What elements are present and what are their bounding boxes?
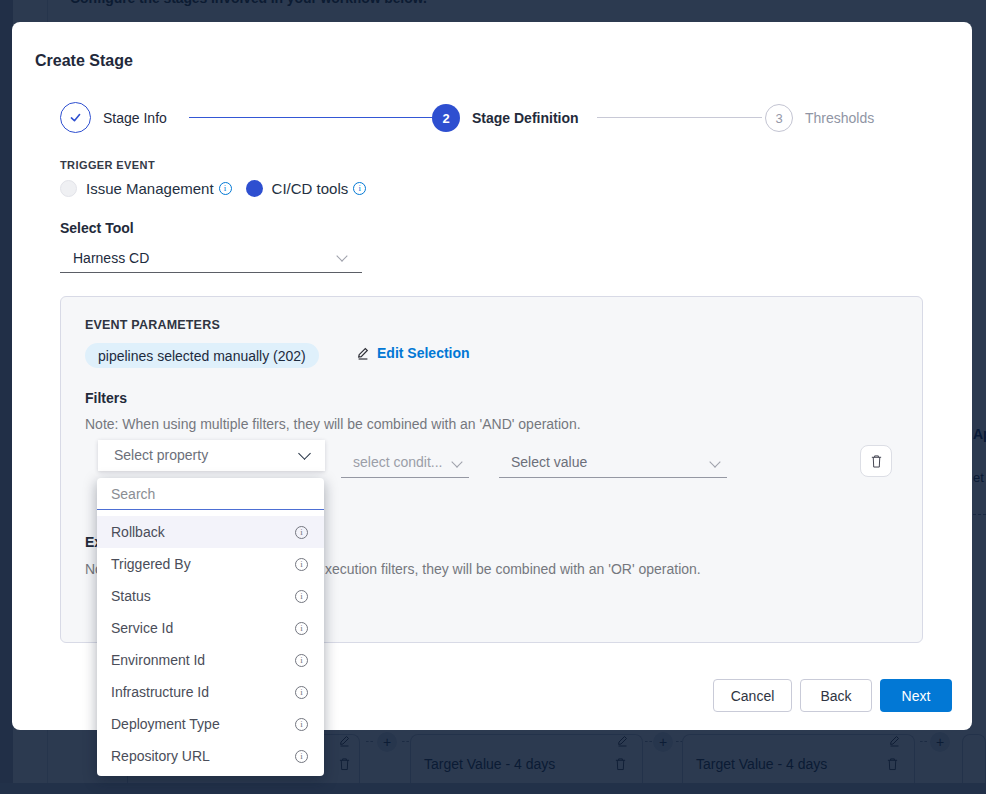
condition-select[interactable]: select condit... [341, 447, 469, 478]
edit-selection-link[interactable]: Edit Selection [356, 345, 470, 361]
dropdown-item-service-id[interactable]: Service Id [97, 612, 324, 644]
check-icon [60, 102, 91, 133]
chevron-down-icon [709, 456, 720, 467]
next-button[interactable]: Next [880, 679, 952, 712]
dropdown-item-environment-id[interactable]: Environment Id [97, 644, 324, 676]
event-parameters-heading: EVENT PARAMETERS [85, 318, 220, 332]
dropdown-item-deployment-type[interactable]: Deployment Type [97, 708, 324, 740]
dropdown-item-rollback[interactable]: Rollback [97, 516, 324, 548]
select-tool-label: Select Tool [60, 220, 134, 236]
dropdown-item-infrastructure-id[interactable]: Infrastructure Id [97, 676, 324, 708]
stepper-step-stage-definition[interactable]: 2 Stage Definition [432, 104, 579, 132]
radio-cicd-tools[interactable] [246, 180, 263, 197]
value-select[interactable]: Select value [499, 447, 727, 478]
pipelines-chip: pipelines selected manually (202) [85, 343, 319, 368]
cancel-button[interactable]: Cancel [713, 679, 792, 712]
step-number: 3 [765, 104, 793, 132]
stepper-connector [597, 117, 762, 118]
search-input[interactable] [111, 486, 310, 502]
info-icon[interactable] [295, 686, 308, 699]
trigger-event-label: TRIGGER EVENT [60, 159, 155, 171]
info-icon[interactable] [295, 718, 308, 731]
info-icon[interactable] [295, 526, 308, 539]
trigger-event-options: Issue Management CI/CD tools [60, 178, 366, 198]
step-number: 2 [432, 104, 460, 132]
radio-label[interactable]: Issue Management [86, 180, 214, 197]
condition-select-placeholder: select condit... [353, 454, 443, 470]
property-select[interactable]: Select property [98, 440, 325, 471]
chevron-down-icon [451, 456, 462, 467]
back-button[interactable]: Back [800, 679, 872, 712]
chevron-down-icon [336, 250, 347, 261]
step-label: Stage Definition [472, 110, 579, 126]
filters-heading: Filters [85, 390, 127, 406]
tool-select[interactable]: Harness CD [60, 244, 362, 273]
tool-select-value: Harness CD [73, 250, 149, 266]
modal-title: Create Stage [35, 52, 133, 70]
info-icon[interactable] [295, 622, 308, 635]
info-icon[interactable] [295, 558, 308, 571]
info-icon[interactable] [353, 182, 366, 195]
execution-filters-heading: Execution Filters [85, 534, 97, 550]
step-label: Stage Info [103, 110, 167, 126]
dropdown-item-triggered-by[interactable]: Triggered By [97, 548, 324, 580]
info-icon[interactable] [295, 750, 308, 763]
stepper-connector [189, 117, 437, 118]
trash-icon [870, 454, 883, 468]
dropdown-search[interactable] [97, 478, 324, 510]
dropdown-item-repository-url[interactable]: Repository URL [97, 740, 324, 772]
step-label: Thresholds [805, 110, 874, 126]
execution-filters-note: xecution filters, they will be combined … [325, 561, 701, 577]
property-select-placeholder: Select property [114, 447, 208, 463]
stepper-step-stage-info[interactable]: Stage Info [60, 102, 167, 133]
edit-icon [356, 346, 370, 360]
info-icon[interactable] [295, 654, 308, 667]
delete-filter-button[interactable] [860, 445, 892, 477]
radio-issue-management[interactable] [60, 180, 77, 197]
property-dropdown-menu: Rollback Triggered By Status Service Id … [97, 478, 324, 776]
chevron-down-icon [298, 447, 311, 460]
info-icon[interactable] [219, 182, 232, 195]
stepper-step-thresholds[interactable]: 3 Thresholds [765, 104, 874, 132]
radio-label[interactable]: CI/CD tools [272, 180, 349, 197]
filters-note: Note: When using multiple filters, they … [85, 416, 581, 432]
value-select-placeholder: Select value [511, 454, 587, 470]
edit-selection-label: Edit Selection [377, 345, 470, 361]
dropdown-item-status[interactable]: Status [97, 580, 324, 612]
info-icon[interactable] [295, 590, 308, 603]
